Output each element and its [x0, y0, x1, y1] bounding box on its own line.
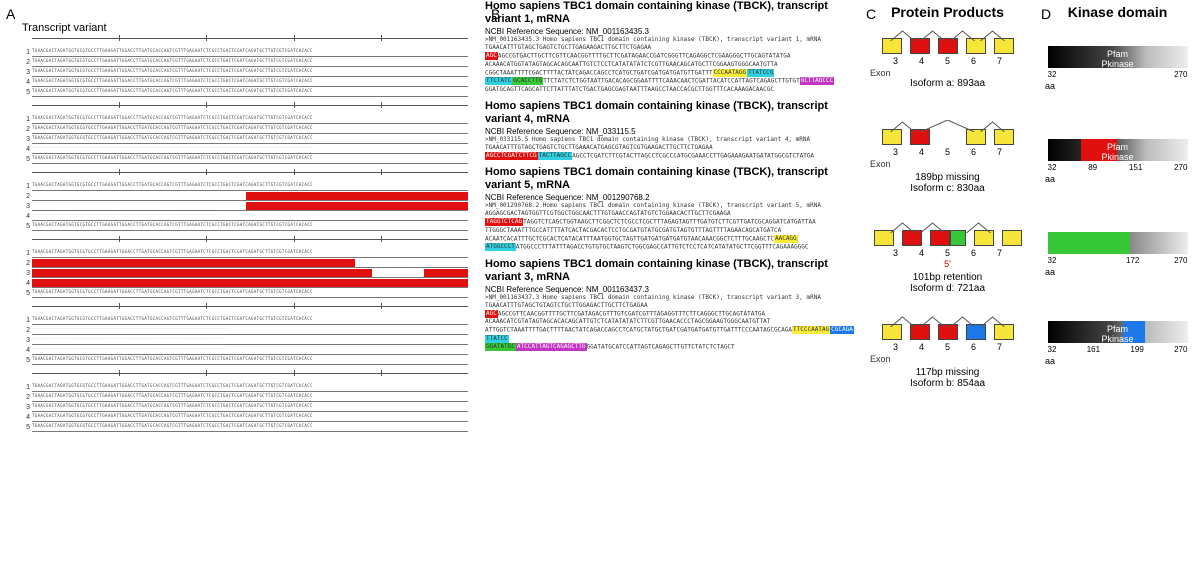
- isoform-label: Isoform a: 893aa: [860, 78, 1035, 89]
- panel-a-label: A: [6, 6, 15, 22]
- isoform-diagram: 34567 5' 101bp retention Isoform d: 721a…: [860, 230, 1035, 294]
- panel-b: B Homo sapiens TBC1 domain containing ki…: [485, 0, 860, 571]
- panel-d-heading: Kinase domain: [1035, 4, 1200, 20]
- record-refseq: NCBI Reference Sequence: NM_001163435.3: [485, 27, 860, 36]
- isoform-diagram: 34567 Exon 117bp missing Isoform b: 854a…: [860, 324, 1035, 389]
- alignment-sequence: TGAACGACTAGATGGTGCGTGCCTTGAAGATTGGACCTTG…: [32, 48, 468, 57]
- fasta-header: >NM_001163435.3 Homo sapiens TBC1 domain…: [485, 36, 860, 44]
- panel-a-title: Transcript variant: [22, 22, 485, 34]
- alignment-block: 1TGAACGACTAGATGGTGCGTGCCTTGAAGATTGGACCTT…: [18, 38, 468, 97]
- record-title: Homo sapiens TBC1 domain containing kina…: [485, 0, 860, 26]
- highlight-blue: CGCAGA: [830, 326, 854, 334]
- panel-c-heading: Protein Products: [860, 4, 1035, 20]
- panel-c-label: C: [866, 6, 876, 22]
- panel-a: A Transcript variant 1TGAACGACTAGATGGTGC…: [0, 0, 485, 571]
- alignment-block: 1TGAACGACTAGATGGTGCGTGCCTTGAAGATTGGACCTT…: [18, 172, 468, 231]
- kinase-domain-bar: PfamPkinase 32161199270 aa: [1035, 321, 1200, 366]
- exon-legend: Exon: [870, 68, 1035, 78]
- alignment-wrapper: 1TGAACGACTAGATGGTGCGTGCCTTGAAGATTGGACCTT…: [18, 38, 468, 432]
- isoform-diagram: 34567 Exon Isoform a: 893aa: [860, 38, 1035, 89]
- alignment-block: 1TGAACGACTAGATGGTGCGTGCCTTGAAGATTGGACCTT…: [18, 239, 468, 298]
- highlight-yellow: CCCAATAGG: [713, 69, 748, 77]
- kinase-domain-bar: 32172270 aa: [1035, 232, 1200, 277]
- panel-d-label: D: [1041, 6, 1051, 22]
- kinase-domain-bar: PfamPkinase 3289151270 aa: [1035, 139, 1200, 184]
- alignment-block: 1TGAACGACTAGATGGTGCGTGCCTTGAAGATTGGACCTT…: [18, 373, 468, 432]
- seq-record: Homo sapiens TBC1 domain containing kina…: [485, 166, 860, 252]
- alignment-ruler: [32, 38, 468, 47]
- seq-record: Homo sapiens TBC1 domain containing kina…: [485, 100, 860, 161]
- five-prime-note: 5': [860, 259, 1035, 269]
- kinase-domain-bar: PfamPkinase 32270 aa: [1035, 46, 1200, 91]
- splice-lines: [860, 28, 1035, 46]
- seq-record: Homo sapiens TBC1 domain containing kina…: [485, 258, 860, 352]
- highlight-cyan: TTATCCG: [747, 69, 774, 77]
- panel-d: D Kinase domain PfamPkinase 32270 aa Pfa…: [1035, 0, 1200, 571]
- highlight-magenta: GCTTAGCCC: [800, 77, 835, 85]
- panel-c: C Protein Products 34567 Exon Isoform a:…: [860, 0, 1035, 571]
- domain-region-green: [1048, 232, 1131, 254]
- highlight-green: GCACCTTG: [512, 77, 543, 85]
- seq-record: Homo sapiens TBC1 domain containing kina…: [485, 0, 860, 94]
- figure: A Transcript variant 1TGAACGACTAGATGGTGC…: [0, 0, 1200, 571]
- panel-b-label: B: [491, 6, 500, 22]
- isoform-diagram: 34567 Exon 189bp missing Isoform c: 830a…: [860, 129, 1035, 194]
- highlight-red: AGC: [485, 52, 498, 60]
- alignment-block: 1TGAACGACTAGATGGTGCGTGCCTTGAAGATTGGACCTT…: [18, 306, 468, 365]
- alignment-block: 1TGAACGACTAGATGGTGCGTGCCTTGAAGATTGGACCTT…: [18, 105, 468, 164]
